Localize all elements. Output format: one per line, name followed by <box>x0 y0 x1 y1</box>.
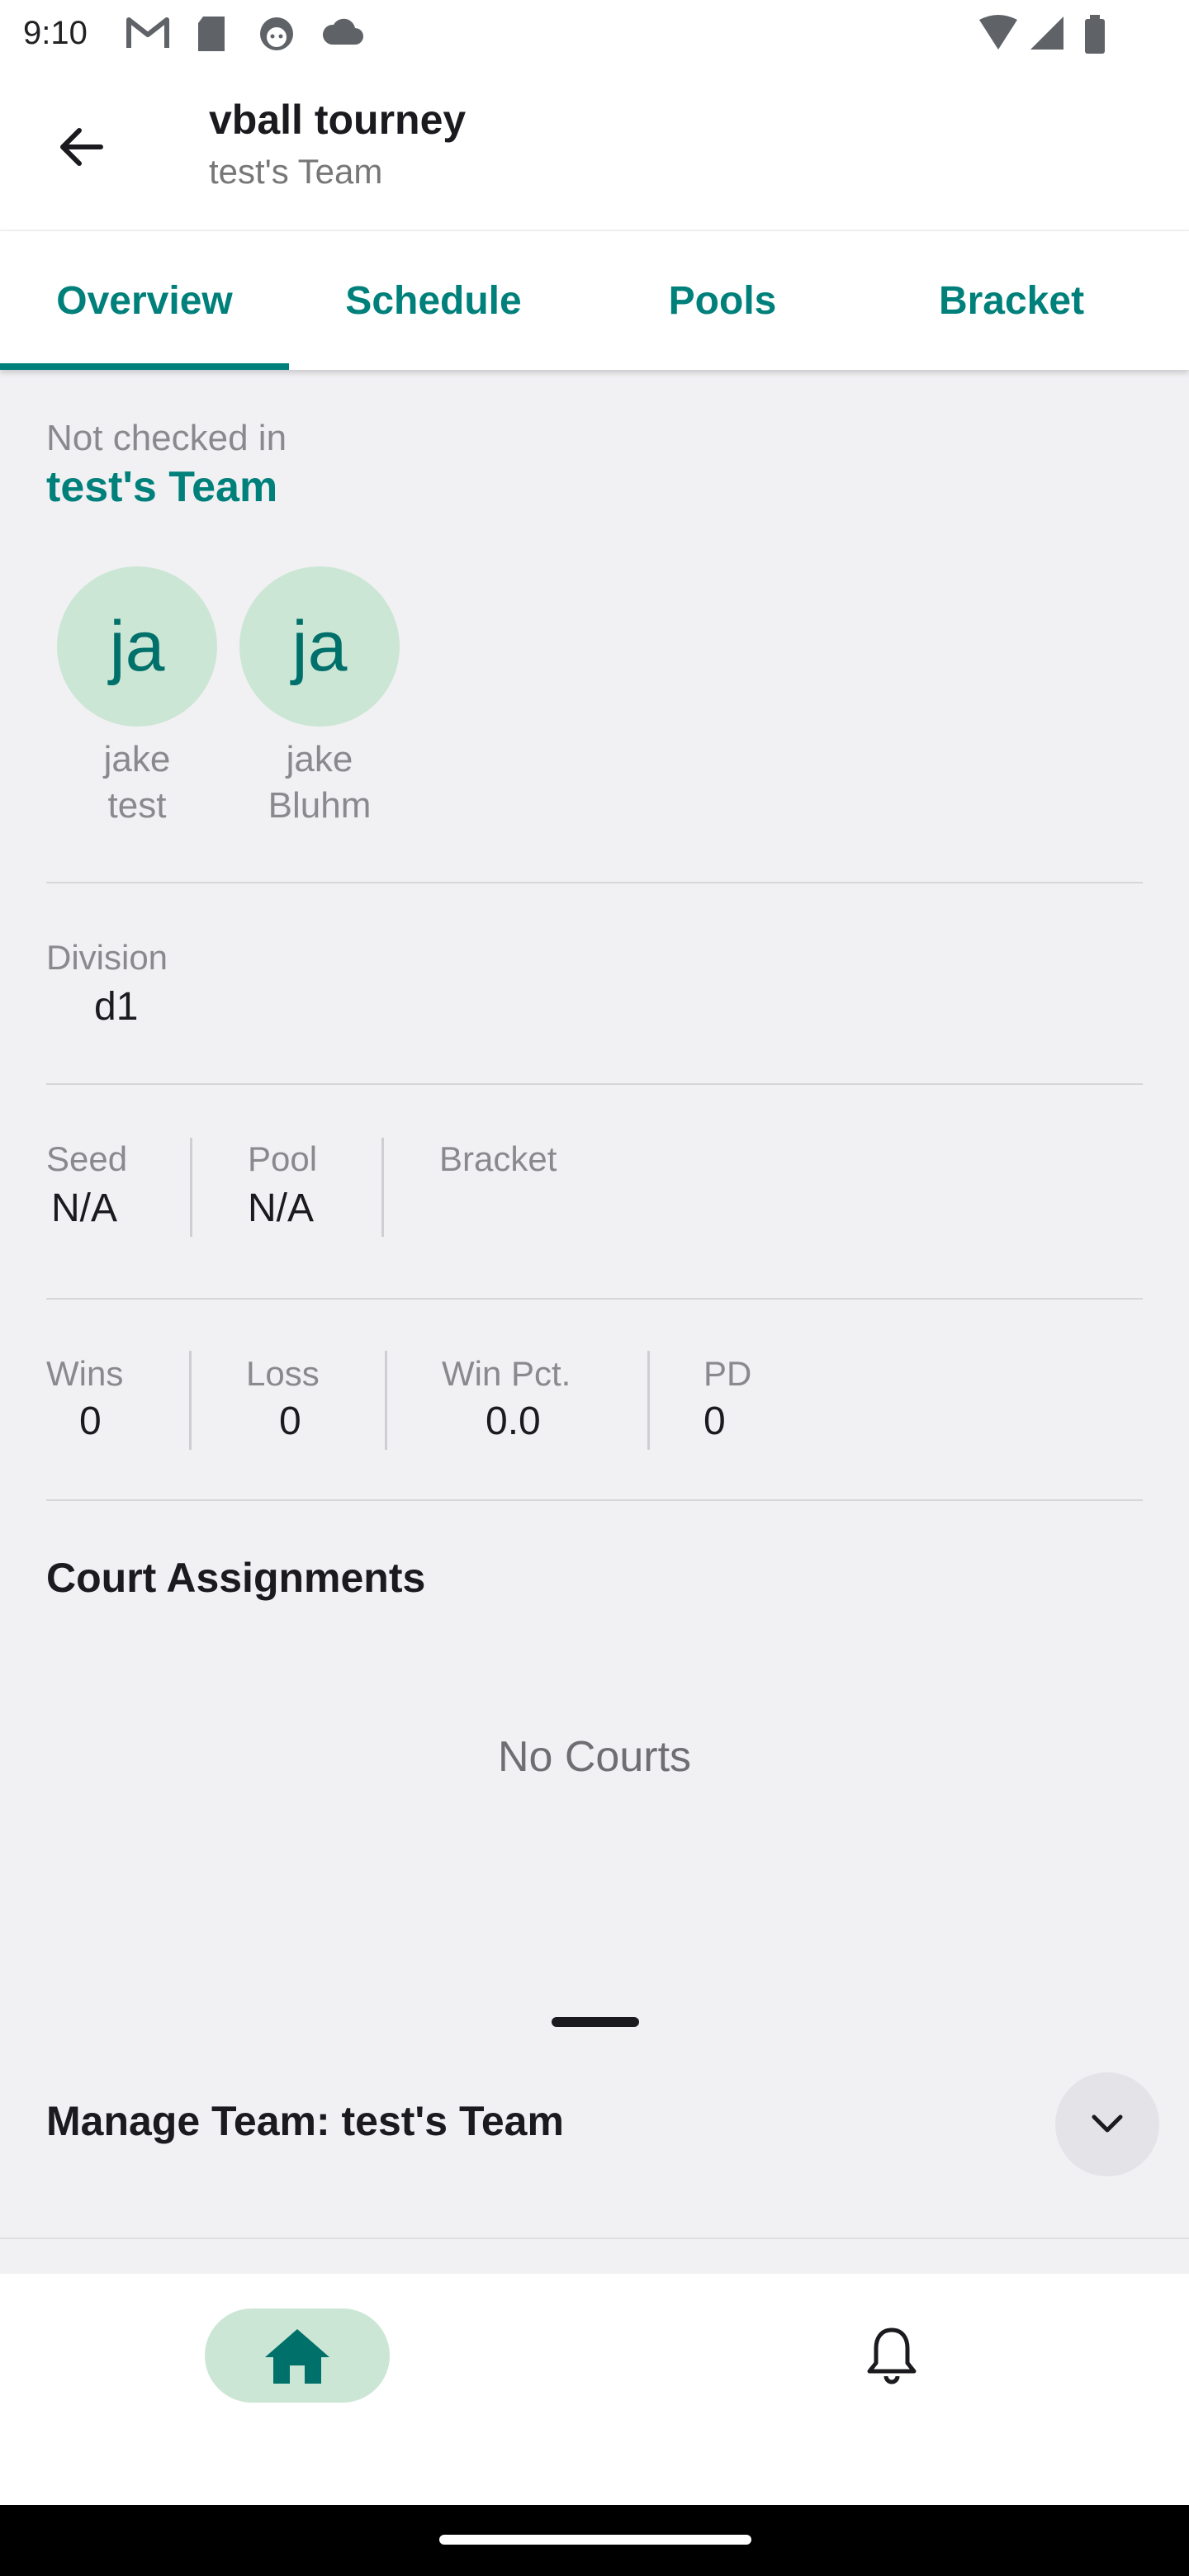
battery-icon <box>1085 15 1105 54</box>
gmail-icon <box>126 17 169 48</box>
loss-value: 0 <box>279 1399 301 1443</box>
manage-team-title: Manage Team: test's Team <box>46 2098 564 2144</box>
pd-value: 0 <box>703 1399 726 1443</box>
player-first-name: jake <box>103 739 171 779</box>
divider <box>0 2237 1189 2239</box>
bell-icon <box>867 2327 917 2384</box>
stat-divider <box>190 1138 192 1237</box>
division-value: d1 <box>94 985 139 1029</box>
loss-label: Loss <box>246 1354 320 1393</box>
divider <box>46 882 1143 883</box>
divider <box>46 1298 1143 1300</box>
tab-overview[interactable]: Overview <box>0 231 289 370</box>
sd-card-icon <box>198 17 225 51</box>
court-assignments-heading: Court Assignments <box>46 1555 426 1601</box>
chevron-down-icon <box>1092 2114 1123 2133</box>
divider <box>46 1499 1143 1501</box>
bottom-navigation <box>0 2274 1189 2505</box>
player-last-name: test <box>107 785 167 826</box>
no-courts-text: No Courts <box>497 1733 692 1781</box>
page-subtitle: test's Team <box>209 152 383 191</box>
page-title: vball tourney <box>209 97 467 143</box>
nav-home[interactable] <box>205 2308 390 2403</box>
tab-schedule[interactable]: Schedule <box>289 231 578 370</box>
seed-label: Seed <box>46 1139 128 1178</box>
win-pct-label: Win Pct. <box>442 1354 571 1393</box>
wins-label: Wins <box>46 1354 124 1393</box>
nav-notifications[interactable] <box>846 2308 937 2403</box>
player-first-name: jake <box>286 739 353 779</box>
tab-bracket[interactable]: Bracket <box>867 231 1156 370</box>
stat-divider <box>647 1351 650 1450</box>
home-gesture-bar[interactable] <box>439 2535 751 2545</box>
player-avatar[interactable]: ja <box>57 566 217 727</box>
team-name: test's Team <box>46 463 278 511</box>
player-avatar[interactable]: ja <box>239 566 400 727</box>
avatar: ja <box>239 566 400 727</box>
player-last-name: Bluhm <box>268 785 372 826</box>
pool-value: N/A <box>248 1186 315 1230</box>
wifi-icon <box>979 15 1017 50</box>
sheet-drag-handle[interactable] <box>552 2017 639 2027</box>
seed-value: N/A <box>51 1186 118 1230</box>
check-in-status: Not checked in <box>46 418 287 458</box>
pool-label: Pool <box>248 1139 318 1178</box>
app-bar <box>0 73 1189 230</box>
home-icon <box>265 2329 329 2384</box>
stat-divider <box>189 1351 192 1450</box>
face-icon <box>260 17 293 50</box>
stat-divider <box>385 1351 387 1450</box>
tab-pools[interactable]: Pools <box>578 231 867 370</box>
divider <box>46 1083 1143 1085</box>
expand-button[interactable] <box>1055 2072 1159 2176</box>
back-button[interactable] <box>40 106 122 188</box>
stat-divider <box>381 1138 384 1237</box>
signal-icon <box>1030 17 1063 50</box>
pd-label: PD <box>703 1354 752 1393</box>
tab-bar: Overview Schedule Pools Bracket <box>0 231 1189 370</box>
division-label: Division <box>46 938 168 977</box>
wins-value: 0 <box>79 1399 102 1443</box>
bracket-label: Bracket <box>439 1139 557 1178</box>
avatar: ja <box>57 566 217 727</box>
tab-selected-indicator <box>0 363 289 370</box>
arrow-back-icon <box>60 128 103 166</box>
win-pct-value: 0.0 <box>486 1399 541 1443</box>
status-time: 9:10 <box>23 15 88 51</box>
cloud-icon <box>322 18 363 45</box>
